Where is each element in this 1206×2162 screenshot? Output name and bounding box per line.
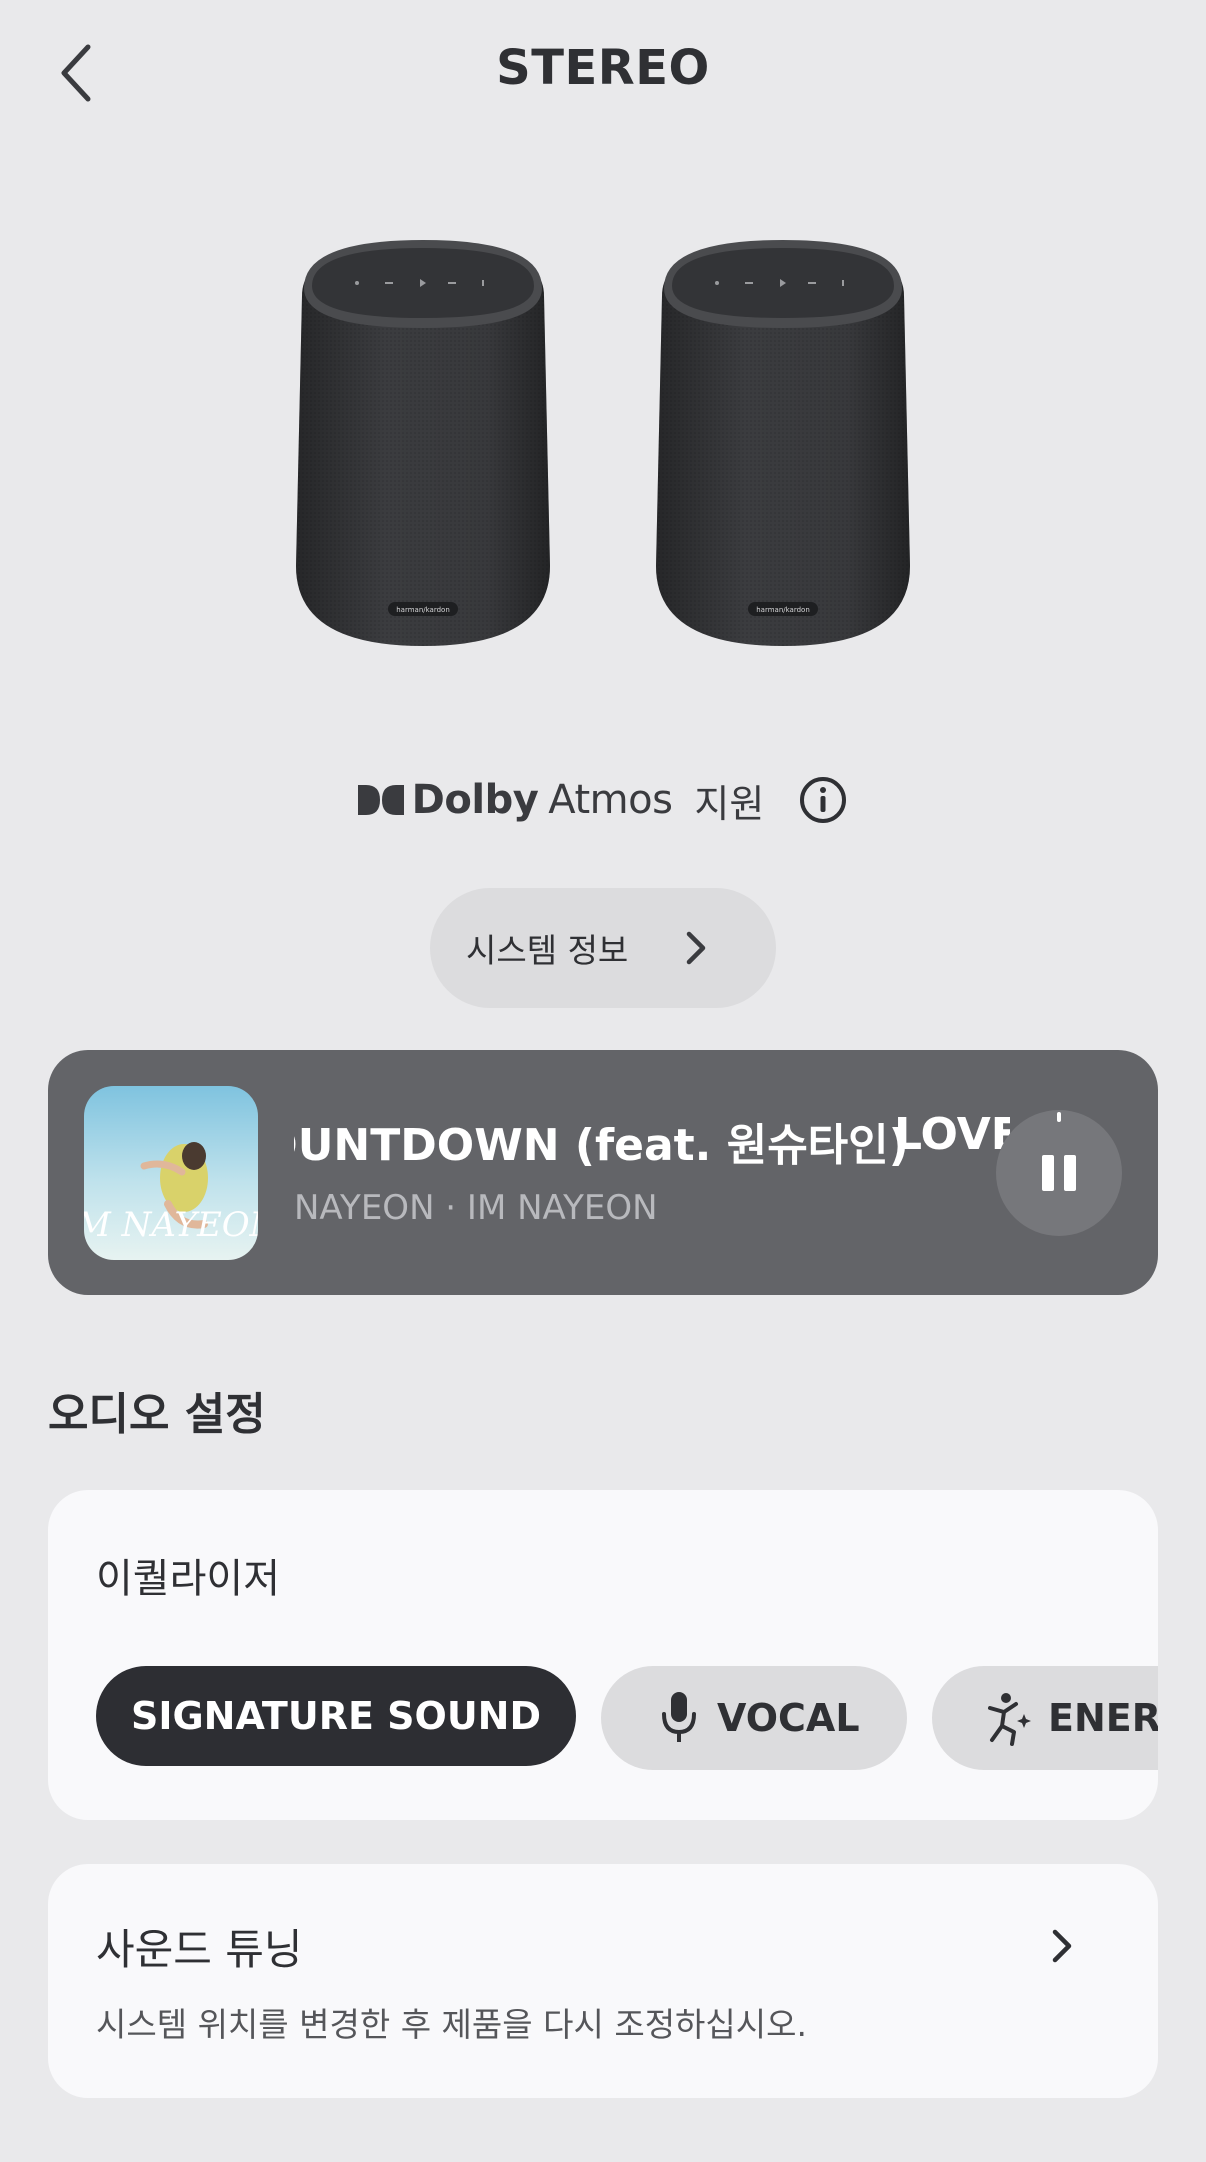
- eq-preset-energy[interactable]: ENERGY: [932, 1666, 1158, 1770]
- dolby-atmos-row: Dolby Atmos 지원: [0, 770, 1206, 830]
- info-circle-icon[interactable]: [798, 775, 848, 825]
- dolby-support-text: 지원: [694, 781, 765, 826]
- track-title-marquee: COUNTDOWN (feat. 원슈타인) LOVE: [294, 1105, 1010, 1175]
- speaker-left-image: harman/kardon: [296, 240, 550, 646]
- dance-icon: [988, 1693, 1031, 1746]
- sound-tuning-card[interactable]: 사운드 튜닝 시스템 위치를 변경한 후 제품을 다시 조정하십시오.: [48, 1864, 1158, 2098]
- pause-button[interactable]: [996, 1110, 1122, 1236]
- equalizer-label: 이퀄라이저: [96, 1556, 280, 1602]
- dolby-brand-text: Dolby: [411, 777, 539, 823]
- track-artist-album: NAYEON · IM NAYEON: [294, 1188, 658, 1228]
- chevron-right-icon: [1052, 1929, 1072, 1963]
- eq-preset-label: SIGNATURE SOUND: [130, 1694, 542, 1738]
- speaker-brand-label: harman/kardon: [396, 606, 450, 614]
- speaker-brand-label: harman/kardon: [756, 606, 810, 614]
- eq-preset-vocal[interactable]: VOCAL: [601, 1666, 907, 1770]
- sound-tuning-title: 사운드 튜닝: [96, 1925, 303, 1974]
- next-track-title: LOVE: [894, 1109, 1010, 1160]
- chevron-right-icon: [687, 931, 706, 965]
- dolby-double-d-icon: [357, 785, 404, 815]
- microphone-icon: [662, 1692, 696, 1742]
- equalizer-card: 이퀄라이저 SIGNATURE SOUND VOCAL ENERGY: [48, 1490, 1158, 1820]
- album-art: IM NAYEON: [84, 1086, 258, 1260]
- speaker-right-image: harman/kardon: [656, 240, 910, 646]
- eq-preset-label: ENERGY: [1048, 1696, 1158, 1740]
- page-title: STEREO: [496, 40, 710, 96]
- album-art-text: IM NAYEON: [84, 1205, 258, 1245]
- track-title: COUNTDOWN (feat. 원슈타인): [294, 1120, 909, 1171]
- eq-preset-signature-sound[interactable]: SIGNATURE SOUND: [96, 1666, 576, 1766]
- sound-tuning-description: 시스템 위치를 변경한 후 제품을 다시 조정하십시오.: [96, 2005, 807, 2044]
- dolby-atmos-text: Atmos: [548, 777, 673, 823]
- system-info-button[interactable]: 시스템 정보: [430, 888, 776, 1008]
- dolby-atmos-logo: Dolby Atmos: [357, 777, 673, 823]
- system-info-label: 시스템 정보: [466, 931, 629, 970]
- eq-preset-label: VOCAL: [717, 1696, 860, 1740]
- audio-settings-heading: 오디오 설정: [48, 1389, 266, 1440]
- pause-icon: [1042, 1112, 1076, 1191]
- now-playing-card[interactable]: IM NAYEON COUNTDOWN (feat. 원슈타인) LOVE NA…: [48, 1050, 1158, 1295]
